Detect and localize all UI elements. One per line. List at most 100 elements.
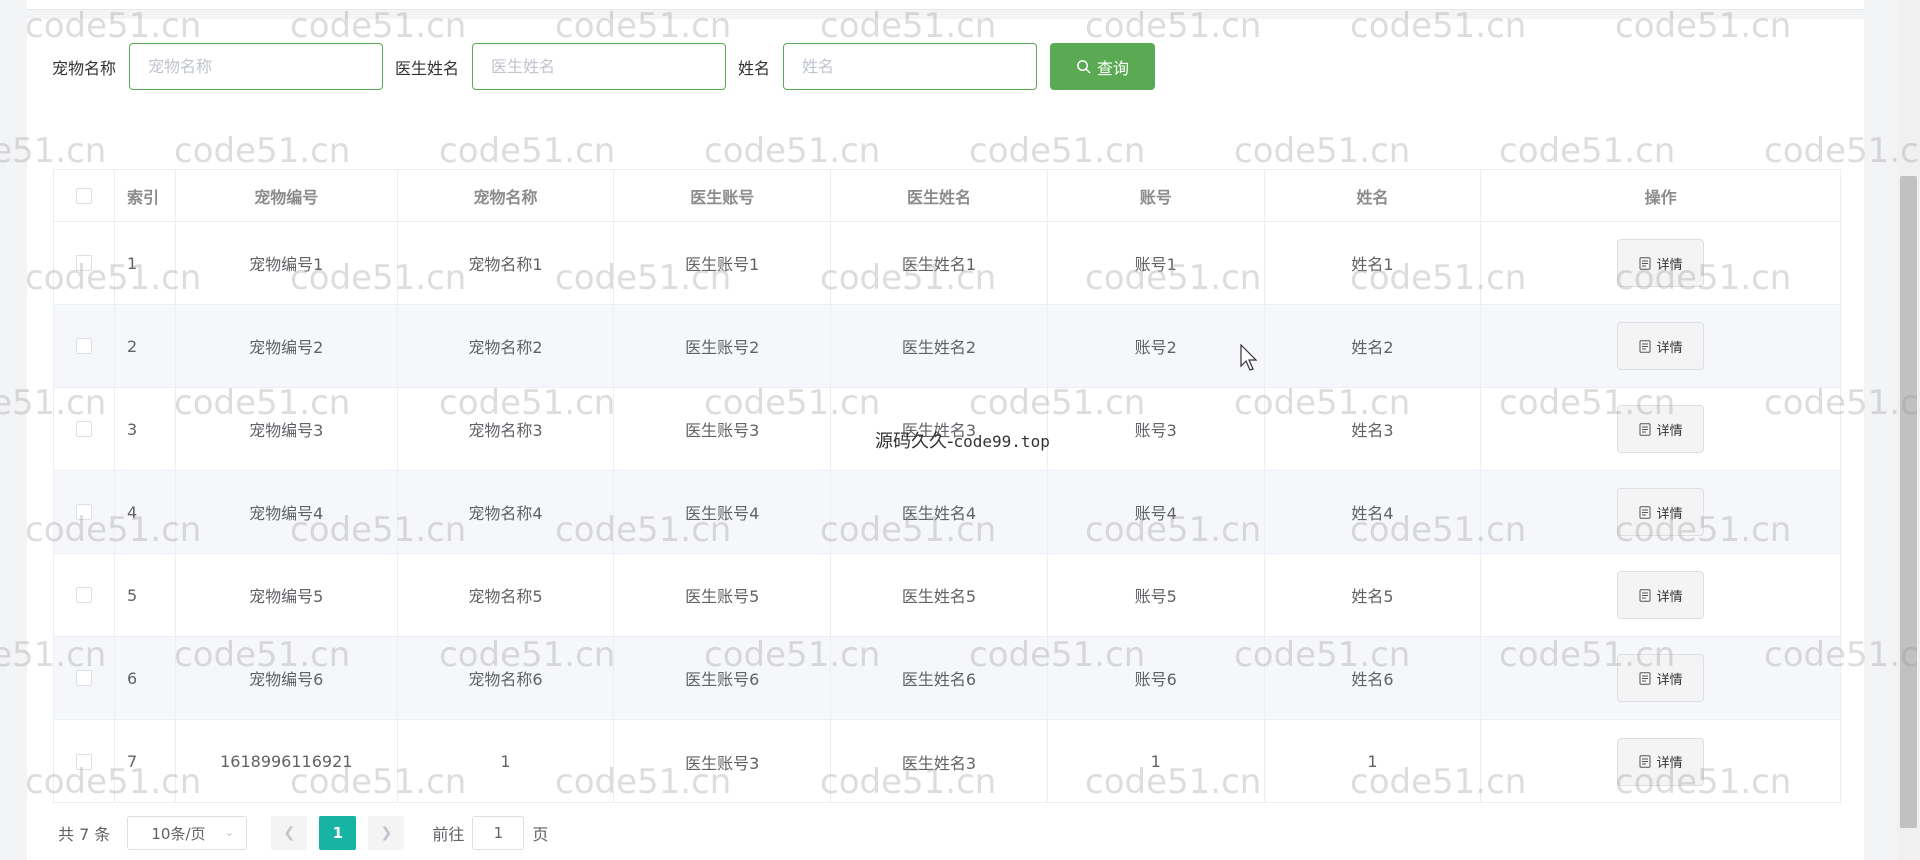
cell-doctor-name: 医生姓名6: [831, 637, 1048, 719]
detail-button[interactable]: 详情: [1617, 239, 1705, 287]
cell-account: 账号6: [1048, 637, 1265, 719]
cell-account: 账号3: [1048, 388, 1265, 470]
cell-doctor-name: 医生姓名5: [831, 554, 1048, 636]
chevron-down-icon: ⌄: [224, 825, 235, 839]
cell-index: 1: [115, 222, 176, 304]
cell-pet-name: 宠物名称5: [398, 554, 615, 636]
cell-pet-name: 宠物名称1: [398, 222, 615, 304]
row-checkbox[interactable]: [75, 753, 92, 770]
detail-button[interactable]: 详情: [1617, 405, 1705, 453]
cell-account: 账号1: [1048, 222, 1265, 304]
doctor-name-input[interactable]: [472, 43, 727, 90]
document-icon: [1639, 671, 1651, 685]
table-row: 1 宠物编号1 宠物名称1 医生账号1 医生姓名1 账号1 姓名1 详情: [54, 222, 1840, 305]
row-checkbox[interactable]: [75, 255, 92, 271]
actions-cell: 详情: [1481, 637, 1840, 719]
cell-index: 7: [115, 720, 176, 803]
table-row: 7 1618996116921 1 医生账号3 医生姓名3 1 1 详情: [54, 720, 1840, 803]
next-page-button[interactable]: ❯: [368, 816, 405, 850]
header-name: 姓名: [1265, 170, 1482, 221]
cell-name: 姓名2: [1265, 305, 1482, 387]
scrollbar-thumb[interactable]: [1900, 176, 1917, 828]
row-checkbox[interactable]: [75, 587, 92, 603]
cell-pet-name: 1: [398, 720, 615, 803]
query-button[interactable]: 查询: [1050, 43, 1156, 90]
cell-doctor-account: 医生账号3: [614, 720, 832, 803]
cell-account: 账号2: [1048, 305, 1265, 387]
detail-button-label: 详情: [1656, 589, 1683, 605]
detail-button[interactable]: 详情: [1617, 322, 1705, 370]
detail-button-label: 详情: [1656, 672, 1683, 688]
chevron-right-icon: ❯: [380, 825, 393, 841]
row-checkbox[interactable]: [75, 338, 92, 354]
pet-name-input[interactable]: [129, 43, 384, 90]
actions-cell: 详情: [1481, 471, 1840, 553]
vertical-scrollbar[interactable]: [1897, 0, 1920, 860]
cell-pet-name: 宠物名称2: [398, 305, 615, 387]
goto-page-input[interactable]: 1: [472, 816, 525, 850]
detail-button[interactable]: 详情: [1617, 654, 1705, 702]
cell-account: 账号5: [1048, 554, 1265, 636]
page-size-value: 10条/页: [151, 824, 206, 843]
cell-pet-id: 宠物编号3: [176, 388, 398, 470]
chevron-left-icon: ❮: [283, 825, 296, 841]
header-pet-id: 宠物编号: [176, 170, 398, 221]
page-number-current[interactable]: 1: [319, 816, 357, 850]
cell-doctor-account: 医生账号4: [614, 471, 832, 553]
row-checkbox[interactable]: [75, 421, 92, 437]
header-doctor-account: 医生账号: [614, 170, 832, 221]
overlay-text-cn: 源码久久-: [875, 431, 954, 452]
cell-name: 姓名5: [1265, 554, 1482, 636]
name-input[interactable]: [783, 43, 1038, 90]
cell-index: 5: [115, 554, 176, 636]
cell-account: 账号4: [1048, 471, 1265, 553]
prev-page-button[interactable]: ❮: [271, 816, 308, 850]
cell-pet-id: 宠物编号1: [176, 222, 398, 304]
search-bar: 宠物名称 医生姓名 姓名 查询: [52, 43, 1156, 90]
table-row: 5 宠物编号5 宠物名称5 医生账号5 医生姓名5 账号5 姓名5 详情: [54, 554, 1840, 637]
mouse-cursor-icon: [1240, 344, 1258, 371]
detail-button-label: 详情: [1656, 340, 1683, 356]
cell-doctor-account: 医生账号1: [614, 222, 832, 304]
cell-name: 1: [1265, 720, 1482, 803]
cell-pet-name: 宠物名称3: [398, 388, 615, 470]
cell-pet-id: 1618996116921: [176, 720, 398, 803]
cell-doctor-name: 医生姓名1: [831, 222, 1048, 304]
cell-pet-id: 宠物编号5: [176, 554, 398, 636]
pet-name-label: 宠物名称: [52, 58, 117, 78]
actions-cell: 详情: [1481, 388, 1840, 470]
document-icon: [1639, 422, 1651, 436]
row-checkbox[interactable]: [75, 670, 92, 686]
detail-button-label: 详情: [1656, 423, 1683, 439]
cell-pet-id: 宠物编号4: [176, 471, 398, 553]
row-select-cell: [54, 637, 115, 719]
cell-doctor-account: 医生账号6: [614, 637, 832, 719]
detail-button[interactable]: 详情: [1617, 737, 1705, 786]
doctor-name-label: 医生姓名: [395, 58, 460, 78]
cell-doctor-account: 医生账号3: [614, 388, 832, 470]
header-doctor-name: 医生姓名: [831, 170, 1048, 221]
cell-name: 姓名6: [1265, 637, 1482, 719]
header-select-all-cell: [54, 170, 115, 221]
row-select-cell: [54, 720, 115, 803]
detail-button[interactable]: 详情: [1617, 571, 1705, 619]
cell-doctor-name: 医生姓名4: [831, 471, 1048, 553]
detail-button[interactable]: 详情: [1617, 488, 1705, 536]
actions-cell: 详情: [1481, 720, 1840, 803]
row-select-cell: [54, 471, 115, 553]
goto-label: 前往: [432, 825, 465, 844]
page-size-select[interactable]: 10条/页 ⌄: [127, 816, 248, 850]
pagination: 共 7 条 10条/页 ⌄ ❮ 1 ❯ 前往 1 页: [58, 816, 548, 850]
overlay-text-url: code99.top: [953, 432, 1050, 451]
row-checkbox[interactable]: [75, 504, 92, 520]
actions-cell: 详情: [1481, 554, 1840, 636]
cell-name: 姓名4: [1265, 471, 1482, 553]
cell-pet-name: 宠物名称4: [398, 471, 615, 553]
cell-account: 1: [1048, 720, 1265, 803]
header-account: 账号: [1048, 170, 1265, 221]
select-all-checkbox[interactable]: [75, 187, 92, 204]
cell-index: 3: [115, 388, 176, 470]
search-icon: [1077, 60, 1091, 74]
cell-name: 姓名3: [1265, 388, 1482, 470]
center-overlay-text: 源码久久-code99.top: [875, 427, 1050, 453]
